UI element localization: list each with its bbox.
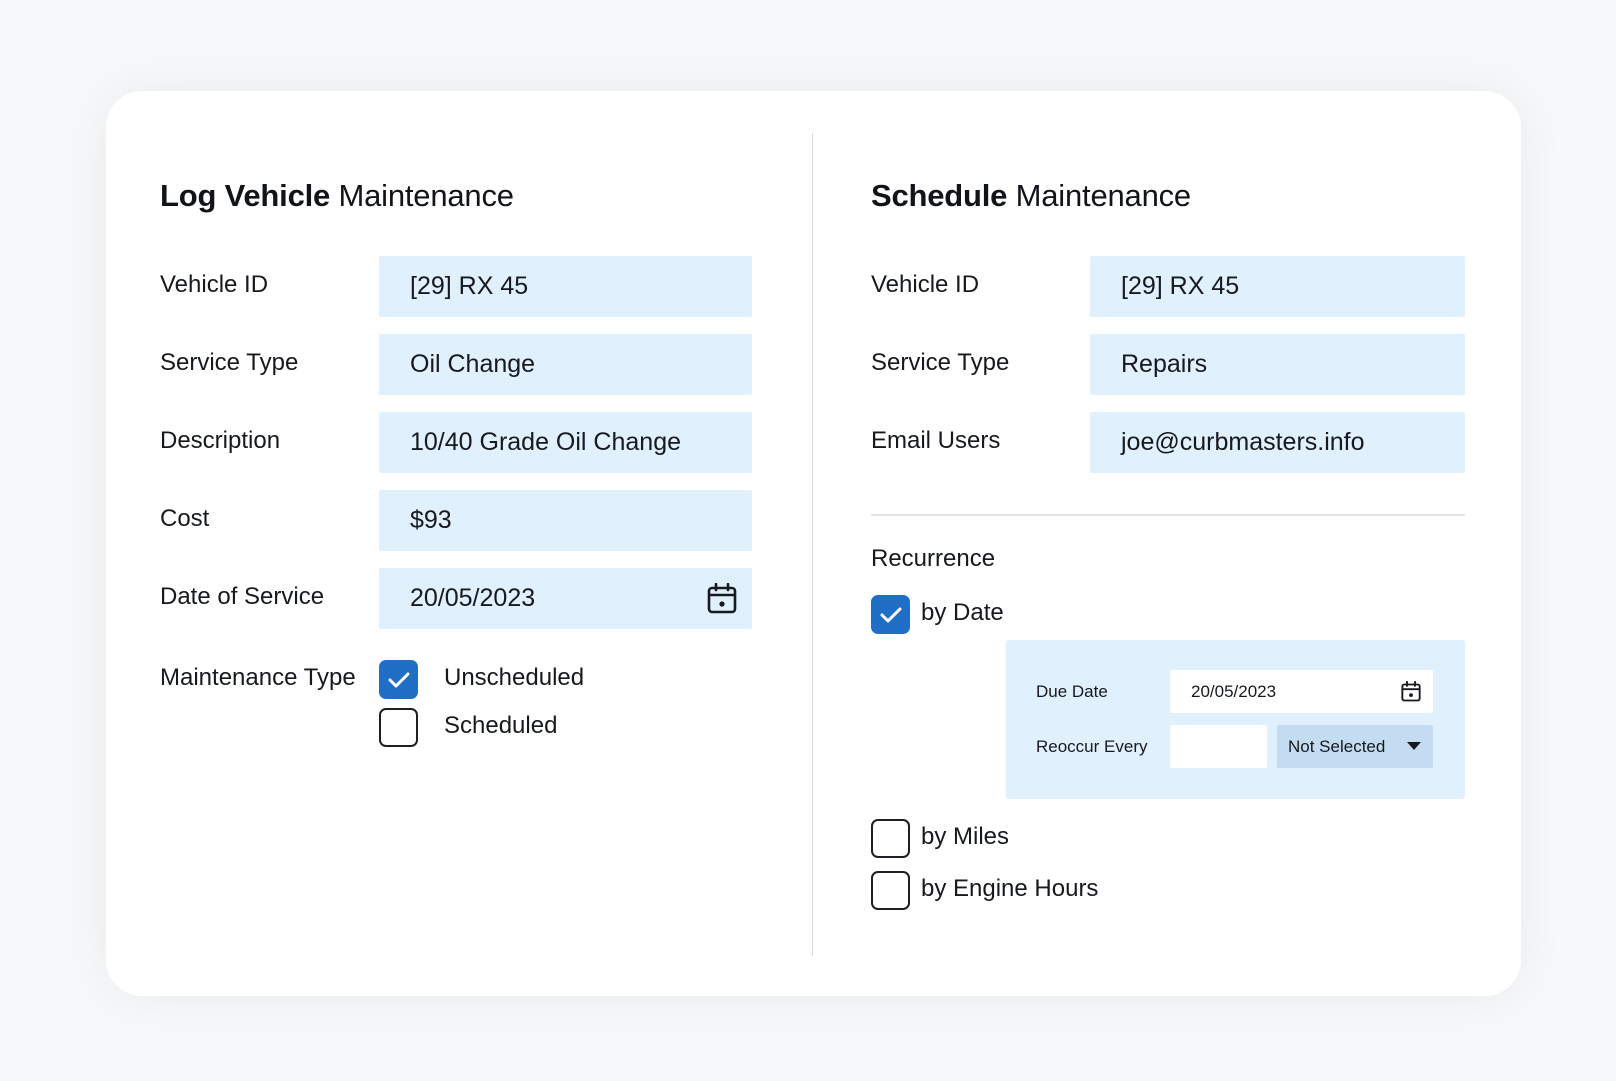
- by-engine-hours-checkbox[interactable]: [871, 871, 910, 910]
- log-maintenance-title: Log Vehicle Maintenance: [160, 178, 514, 214]
- schedule-service-type-label: Service Type: [871, 349, 1010, 376]
- log-cost-value: $93: [410, 506, 452, 534]
- due-date-label: Due Date: [1036, 682, 1108, 701]
- scheduled-checkbox[interactable]: [379, 708, 418, 747]
- log-maintenance-title-bold: Log Vehicle: [160, 178, 331, 213]
- caret-down-icon: [1407, 742, 1421, 750]
- scheduled-label: Scheduled: [444, 712, 558, 739]
- log-description-label: Description: [160, 427, 281, 454]
- reoccur-every-input[interactable]: [1170, 725, 1267, 768]
- recurrence-label: Recurrence: [871, 545, 996, 572]
- email-users-label: Email Users: [871, 427, 1001, 454]
- by-miles-checkbox[interactable]: [871, 819, 910, 858]
- by-date-label: by Date: [921, 599, 1004, 626]
- section-divider: [812, 133, 813, 956]
- log-cost-label: Cost: [160, 505, 210, 532]
- schedule-service-type-field[interactable]: Repairs: [1090, 334, 1465, 395]
- log-vehicle-id-value: [29] RX 45: [410, 272, 529, 300]
- due-date-field[interactable]: 20/05/2023: [1170, 670, 1433, 713]
- recurrence-divider: [871, 514, 1465, 516]
- schedule-vehicle-id-field[interactable]: [29] RX 45: [1090, 256, 1465, 317]
- checkmark-icon: [388, 672, 409, 687]
- log-maintenance-title-rest: Maintenance: [330, 178, 514, 213]
- schedule-service-type-value: Repairs: [1121, 350, 1208, 378]
- unscheduled-label: Unscheduled: [444, 664, 585, 691]
- calendar-icon[interactable]: [1401, 681, 1421, 702]
- log-service-type-field[interactable]: Oil Change: [379, 334, 752, 395]
- by-miles-label: by Miles: [921, 823, 1010, 850]
- schedule-maintenance-title-rest: Maintenance: [1007, 178, 1192, 213]
- log-vehicle-id-label: Vehicle ID: [160, 271, 269, 298]
- recurrence-date-panel: [1006, 640, 1465, 799]
- log-maintenance-type-label: Maintenance Type: [160, 664, 356, 691]
- checkmark-icon: [880, 607, 901, 622]
- reoccur-unit-select[interactable]: Not Selected: [1277, 725, 1433, 768]
- schedule-maintenance-title: Schedule Maintenance: [871, 178, 1191, 214]
- calendar-icon[interactable]: [707, 583, 737, 614]
- reoccur-every-label: Reoccur Every: [1036, 737, 1148, 756]
- by-date-checkbox[interactable]: [871, 595, 910, 634]
- maintenance-card: [106, 91, 1521, 996]
- log-date-of-service-label: Date of Service: [160, 583, 325, 610]
- reoccur-unit-value: Not Selected: [1288, 736, 1386, 756]
- email-users-value: joe@curbmasters.info: [1121, 428, 1365, 456]
- email-users-field[interactable]: joe@curbmasters.info: [1090, 412, 1465, 473]
- schedule-vehicle-id-value: [29] RX 45: [1121, 272, 1240, 300]
- log-vehicle-id-field[interactable]: [29] RX 45: [379, 256, 752, 317]
- unscheduled-checkbox[interactable]: [379, 660, 418, 699]
- by-engine-hours-label: by Engine Hours: [921, 875, 1099, 902]
- log-cost-field[interactable]: $93: [379, 490, 752, 551]
- log-description-value: 10/40 Grade Oil Change: [410, 428, 682, 456]
- due-date-value: 20/05/2023: [1191, 681, 1277, 701]
- log-description-field[interactable]: 10/40 Grade Oil Change: [379, 412, 752, 473]
- schedule-maintenance-title-bold: Schedule: [871, 178, 1008, 213]
- log-date-of-service-field[interactable]: 20/05/2023: [379, 568, 752, 629]
- log-date-of-service-value: 20/05/2023: [410, 584, 536, 612]
- schedule-vehicle-id-label: Vehicle ID: [871, 271, 980, 298]
- log-service-type-label: Service Type: [160, 349, 299, 376]
- log-service-type-value: Oil Change: [410, 350, 536, 378]
